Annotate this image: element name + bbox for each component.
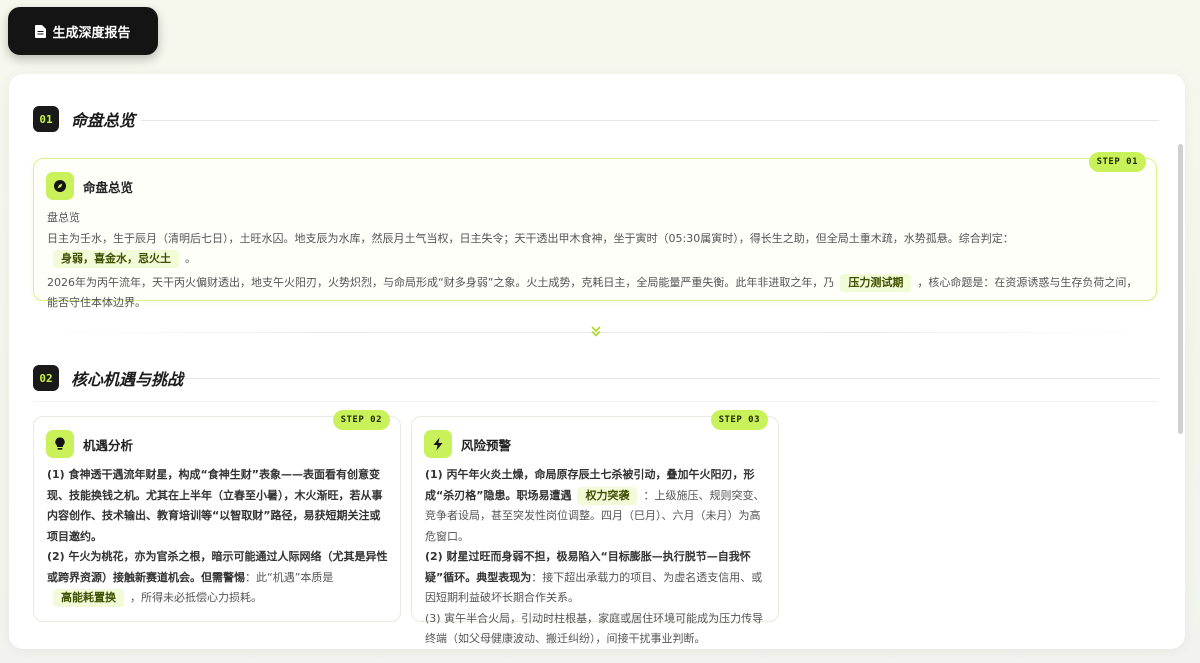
section-title: 核心机遇与挑战 bbox=[71, 370, 184, 389]
report-panel: 01 命盘总览 STEP 01 命盘总览 盘总览 日主为壬水，生于辰月（清明后七… bbox=[9, 74, 1185, 649]
opportunity-point-2-end: ，所得未必抵偿心力损耗。 bbox=[130, 591, 262, 604]
section-number: 02 bbox=[33, 365, 59, 391]
card-title: 机遇分析 bbox=[83, 437, 134, 453]
high-cost-tag: 高能耗置换 bbox=[53, 589, 124, 607]
card-title: 命盘总览 bbox=[83, 179, 134, 195]
risk-card: STEP 03 风险预警 (1) 丙午年火炎土燥，命局原存辰土七杀被引动，叠加午… bbox=[411, 410, 779, 645]
section-number: 01 bbox=[33, 106, 59, 132]
section-header-1: 01 命盘总览 bbox=[33, 106, 135, 132]
power-attack-tag: 权力突袭 bbox=[577, 486, 638, 505]
generate-report-button[interactable]: 生成深度报告 bbox=[8, 7, 158, 55]
section-divider bbox=[141, 120, 1159, 121]
chevron-double-down-icon[interactable] bbox=[589, 324, 603, 338]
judgement-tag: 身弱，喜金水，忌火土 bbox=[53, 250, 179, 268]
generate-report-label: 生成深度报告 bbox=[52, 25, 131, 41]
overview-text-1-end: 。 bbox=[185, 252, 196, 265]
lightbulb-icon bbox=[46, 430, 74, 458]
scrollbar[interactable] bbox=[1178, 144, 1183, 434]
section-title: 命盘总览 bbox=[71, 111, 136, 130]
card-subtitle: 盘总览 bbox=[47, 211, 80, 224]
step-badge: STEP 02 bbox=[332, 410, 390, 430]
overview-card: STEP 01 命盘总览 盘总览 日主为壬水，生于辰月（清明后七日），土旺水囚。… bbox=[33, 152, 1157, 309]
compass-icon bbox=[46, 172, 74, 200]
pressure-tag: 压力测试期 bbox=[840, 273, 912, 292]
section-divider bbox=[184, 378, 1159, 379]
section-header-2: 02 核心机遇与挑战 bbox=[33, 365, 183, 391]
risk-point-3: (3) 寅午半合火局，引动时柱根基，家庭或居住环境可能成为压力传导终端（如父母健… bbox=[425, 611, 764, 646]
step-badge: STEP 01 bbox=[1088, 152, 1146, 172]
document-icon bbox=[35, 24, 47, 38]
section-divider bbox=[33, 401, 1158, 402]
card-title: 风险预警 bbox=[461, 437, 512, 453]
opportunity-card: STEP 02 机遇分析 (1) 食神透干遇流年财星，构成“食神生财”表象——表… bbox=[33, 410, 401, 622]
overview-text-2: 2026年为丙午流年，天干丙火偏财透出，地支午火阳刃，火势炽烈，与命局形成“财多… bbox=[47, 275, 835, 289]
step-badge: STEP 03 bbox=[710, 410, 768, 430]
opportunity-point-1: (1) 食神透干遇流年财星，构成“食神生财”表象——表面看有创意变现、技能换钱之… bbox=[47, 468, 383, 543]
opportunity-point-2-text: ：此“机遇”本质是 bbox=[245, 570, 334, 584]
overview-text-1: 日主为壬水，生于辰月（清明后七日），土旺水囚。地支辰为水库，然辰月土气当权，日主… bbox=[47, 231, 1014, 245]
lightning-icon bbox=[424, 430, 452, 458]
opportunity-point-2: (2) 午火为桃花，亦为官杀之根，暗示可能通过人际网络（尤其是异性或跨界资源）接… bbox=[47, 550, 388, 584]
